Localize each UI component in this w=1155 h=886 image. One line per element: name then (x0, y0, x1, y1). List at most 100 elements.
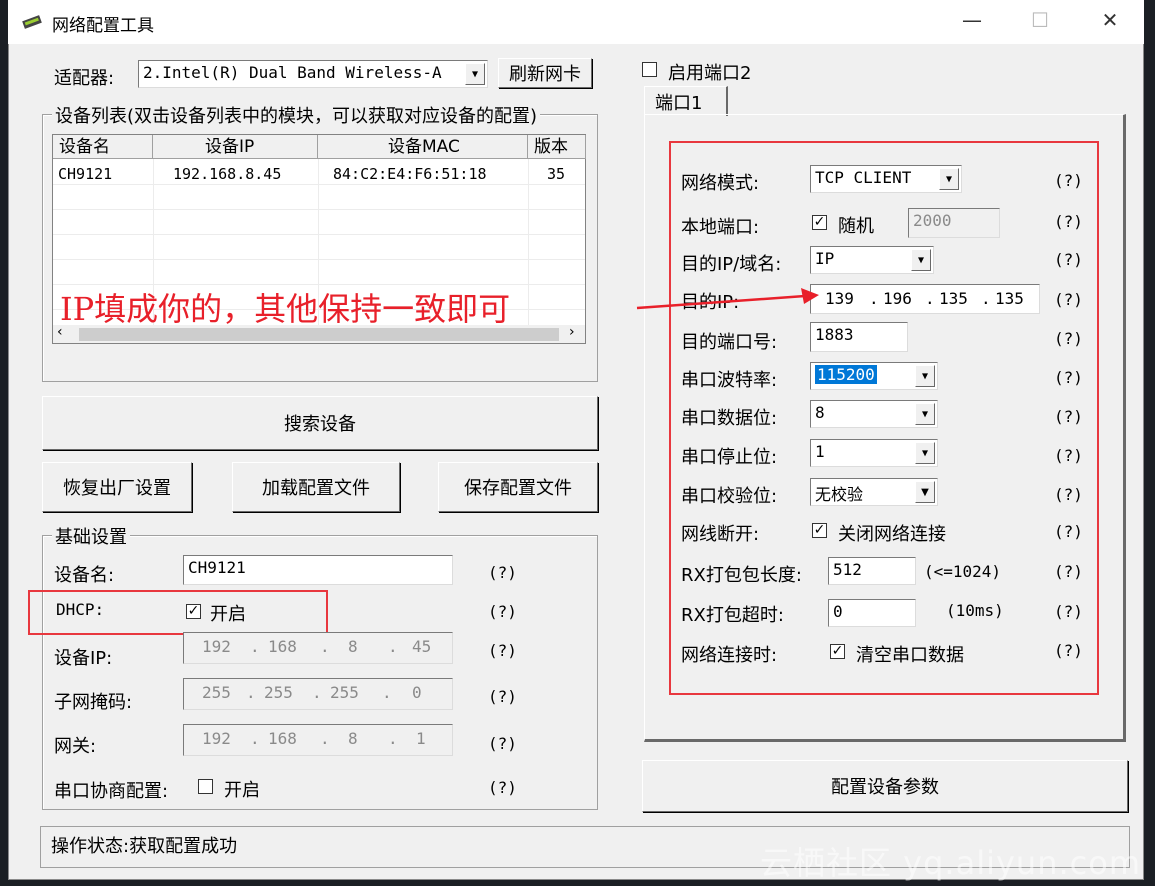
clear-serial-option-label: 清空串口数据 (856, 645, 964, 666)
adapter-label: 适配器: (54, 68, 115, 89)
apply-config-button[interactable]: 配置设备参数 (642, 760, 1128, 812)
ip-dot: . (246, 683, 256, 702)
help-icon[interactable]: (?) (488, 602, 517, 621)
device-name-label: 设备名: (54, 565, 115, 586)
help-icon[interactable]: (?) (488, 734, 517, 753)
ip-octet: 8 (348, 729, 358, 748)
ip-octet: 168 (268, 637, 297, 656)
ip-dot: . (320, 729, 330, 748)
help-icon[interactable]: (?) (488, 563, 517, 582)
clear-serial-checkbox[interactable]: ✓ (830, 644, 845, 659)
minimize-button[interactable]: — (952, 8, 992, 32)
help-icon[interactable]: (?) (1054, 641, 1083, 660)
column-header-mac[interactable]: 设备MAC (318, 135, 528, 159)
chevron-down-icon[interactable]: ▼ (911, 249, 931, 271)
parity-select[interactable]: 无校验 ▼ (810, 478, 938, 506)
cell-device-ip: 192.168.8.45 (173, 165, 282, 183)
help-icon[interactable]: (?) (1054, 171, 1083, 190)
column-header-ip[interactable]: 设备IP (153, 135, 318, 159)
chevron-down-icon[interactable]: ▼ (939, 168, 959, 190)
load-config-button[interactable]: 加载配置文件 (232, 462, 400, 512)
data-bits-select[interactable]: 8 ▼ (810, 400, 938, 428)
help-icon[interactable]: (?) (1054, 329, 1083, 348)
cell-device-name: CH9121 (58, 165, 113, 183)
network-mode-value: TCP CLIENT (815, 168, 912, 187)
search-devices-button[interactable]: 搜索设备 (42, 396, 598, 450)
help-icon[interactable]: (?) (1054, 562, 1083, 581)
chevron-down-icon[interactable]: ▼ (915, 442, 935, 464)
help-icon[interactable]: (?) (488, 687, 517, 706)
dest-type-select[interactable]: IP ▼ (810, 246, 934, 274)
ip-octet: 168 (268, 729, 297, 748)
data-bits-label: 串口数据位: (681, 408, 778, 429)
ip-octet: 135 (995, 289, 1024, 308)
network-mode-select[interactable]: TCP CLIENT ▼ (810, 165, 962, 193)
ip-dot: . (320, 637, 330, 656)
subnet-label: 子网掩码: (54, 692, 133, 713)
cable-disconnect-option-label: 关闭网络连接 (838, 524, 946, 545)
refresh-adapter-button[interactable]: 刷新网卡 (498, 58, 592, 88)
serial-negotiation-checkbox[interactable] (198, 779, 213, 794)
app-icon (22, 12, 44, 30)
adapter-select[interactable]: 2.Intel(R) Dual Band Wireless-A ▼ (138, 60, 488, 88)
tab-port1[interactable]: 端口1 (644, 86, 728, 116)
rx-packet-timeout-label: RX打包超时: (681, 605, 784, 626)
factory-reset-button[interactable]: 恢复出厂设置 (42, 462, 192, 512)
help-icon[interactable]: (?) (1054, 212, 1083, 231)
ip-dot: . (981, 289, 991, 308)
chevron-down-icon[interactable]: ▼ (915, 403, 935, 425)
data-bits-value: 8 (815, 403, 825, 422)
help-icon[interactable]: (?) (1054, 407, 1083, 426)
save-config-button[interactable]: 保存配置文件 (438, 462, 598, 512)
local-port-label: 本地端口: (681, 217, 760, 238)
device-ip-field: 192 . 168 . 8 . 45 (183, 632, 453, 664)
rx-packet-length-input[interactable]: 512 (828, 557, 916, 585)
chevron-down-icon[interactable]: ▼ (915, 481, 935, 503)
baud-rate-select[interactable]: 115200 ▼ (810, 362, 938, 390)
help-icon[interactable]: (?) (1054, 522, 1083, 541)
ip-octet: 255 (264, 683, 293, 702)
ip-octet: 8 (348, 637, 358, 656)
ip-dot: . (869, 289, 879, 308)
dest-port-input[interactable]: 1883 (810, 322, 908, 352)
close-button[interactable]: ✕ (1090, 8, 1130, 32)
gateway-label: 网关: (54, 736, 97, 757)
enable-port2-label: 启用端口2 (668, 63, 752, 84)
random-port-checkbox[interactable]: ✓ (812, 215, 827, 230)
ip-dot: . (925, 289, 935, 308)
tab-port1-label: 端口1 (655, 93, 703, 114)
dest-ip-input[interactable]: 139 . 196 . 135 . 135 (810, 284, 1040, 314)
maximize-button[interactable]: ☐ (1020, 8, 1060, 32)
help-icon[interactable]: (?) (488, 778, 517, 797)
rx-packet-timeout-input[interactable]: 0 (828, 599, 916, 627)
cable-disconnect-checkbox[interactable]: ✓ (812, 523, 827, 538)
device-ip-label: 设备IP: (54, 648, 113, 669)
cell-device-mac: 84:C2:E4:F6:51:18 (333, 165, 487, 183)
adapter-selected-value: 2.Intel(R) Dual Band Wireless-A (143, 63, 442, 82)
dest-type-value: IP (815, 249, 835, 268)
chevron-down-icon[interactable]: ▼ (465, 63, 485, 85)
random-port-label: 随机 (838, 216, 874, 237)
rx-packet-length-label: RX打包包长度: (681, 565, 802, 586)
ip-octet: 139 (825, 289, 854, 308)
grid-divider (53, 184, 585, 185)
chevron-down-icon[interactable]: ▼ (915, 365, 935, 387)
ip-dot: . (250, 637, 260, 656)
scroll-right-icon[interactable]: › (569, 324, 575, 340)
column-header-name[interactable]: 设备名 (53, 135, 153, 159)
network-mode-label: 网络模式: (681, 173, 760, 194)
ip-octet: 45 (412, 637, 432, 656)
column-header-version[interactable]: 版本 (528, 135, 586, 159)
help-icon[interactable]: (?) (488, 641, 517, 660)
help-icon[interactable]: (?) (1054, 250, 1083, 269)
stop-bits-select[interactable]: 1 ▼ (810, 439, 938, 467)
device-name-input[interactable]: CH9121 (183, 555, 453, 585)
help-icon[interactable]: (?) (1054, 446, 1083, 465)
help-icon[interactable]: (?) (1054, 602, 1083, 621)
local-port-input: 2000 (908, 208, 1000, 238)
cell-device-version: 35 (547, 165, 566, 183)
help-icon[interactable]: (?) (1054, 368, 1083, 387)
help-icon[interactable]: (?) (1054, 290, 1083, 309)
enable-port2-checkbox[interactable] (642, 62, 657, 77)
help-icon[interactable]: (?) (1054, 485, 1083, 504)
